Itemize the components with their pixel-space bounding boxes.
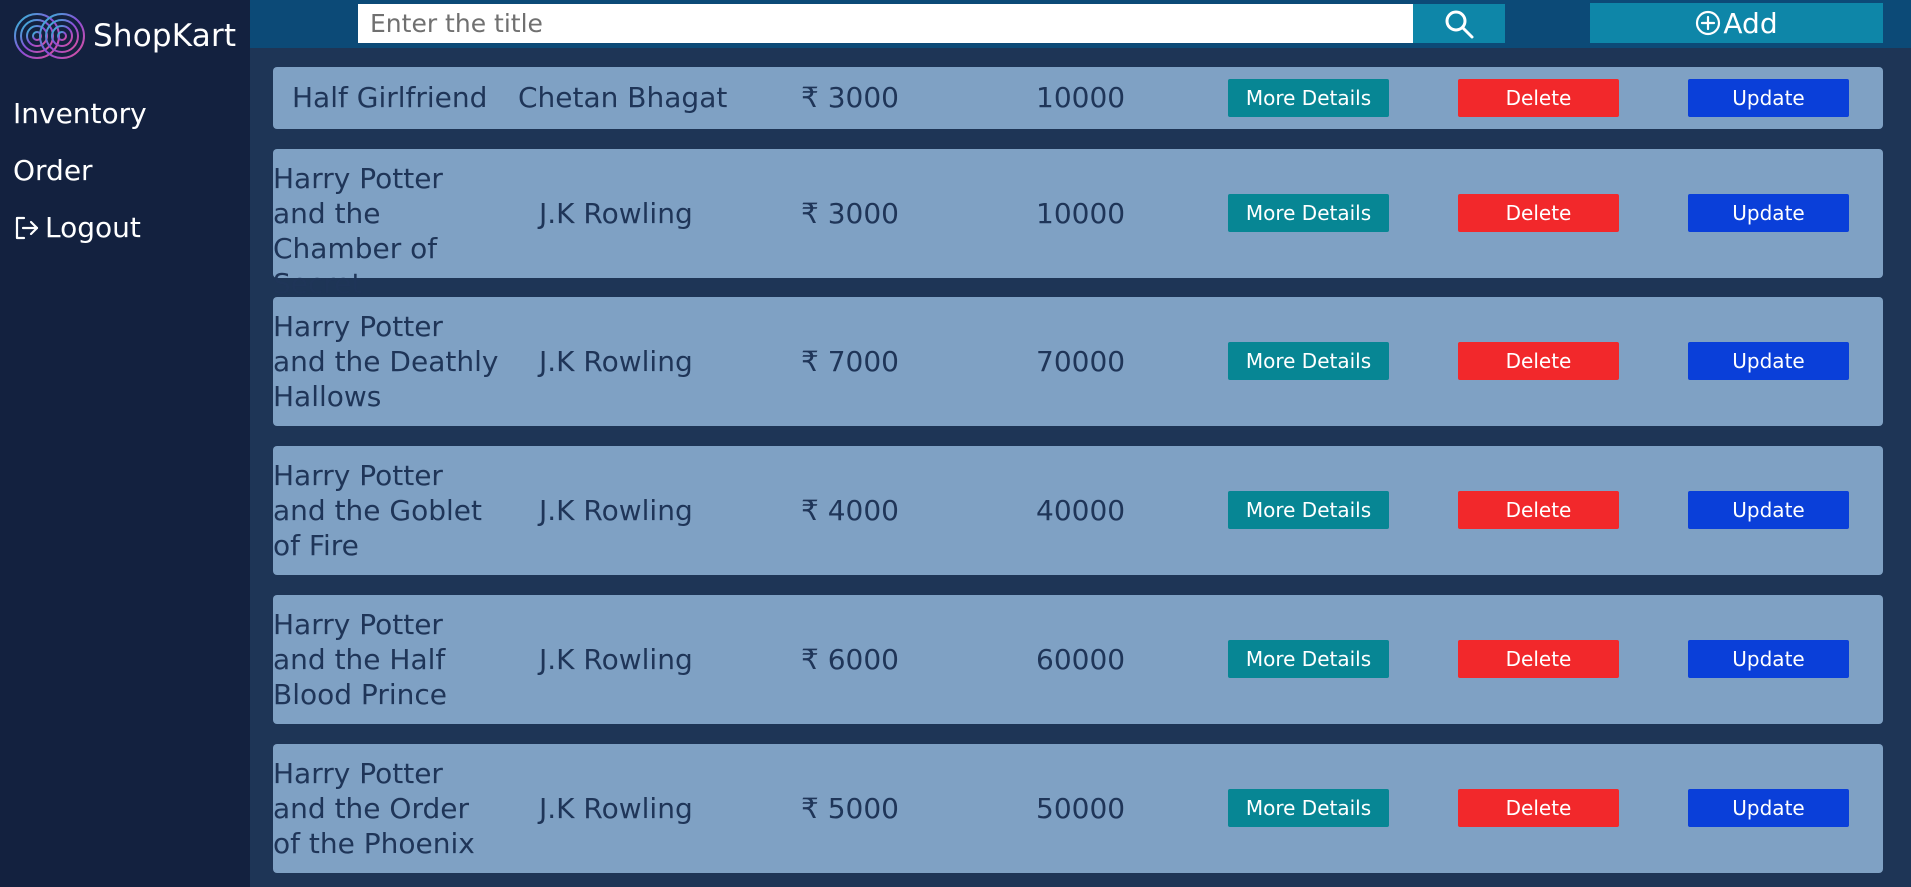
book-quantity: 70000: [1036, 345, 1126, 378]
add-label: Add: [1723, 6, 1778, 40]
book-title: Harry Potter and the Order of the Phoeni…: [273, 757, 475, 860]
plus-circle-icon: [1696, 10, 1721, 36]
book-quantity: 40000: [1036, 494, 1126, 527]
logout-icon: [15, 216, 39, 239]
book-price: ₹ 7000: [801, 345, 899, 378]
update-button[interactable]: Update: [1688, 194, 1849, 232]
book-price: ₹ 3000: [801, 81, 899, 114]
book-author: Chetan Bhagat: [518, 81, 728, 114]
sidebar-nav: Inventory Order Logout: [13, 85, 147, 256]
update-button[interactable]: Update: [1688, 79, 1849, 117]
delete-button[interactable]: Delete: [1458, 342, 1619, 380]
book-quantity: 50000: [1036, 792, 1126, 825]
book-quantity: 60000: [1036, 643, 1126, 676]
delete-button[interactable]: Delete: [1458, 194, 1619, 232]
book-price: ₹ 4000: [801, 494, 899, 527]
table-row: Harry Potter and the Goblet of Fire J.K …: [273, 446, 1883, 575]
more-details-button[interactable]: More Details: [1228, 640, 1389, 678]
book-quantity: 10000: [1036, 197, 1126, 230]
table-row: Harry Potter and the Order of the Phoeni…: [273, 744, 1883, 873]
book-title: Harry Potter and the Chamber of Secret: [273, 162, 443, 300]
book-author: J.K Rowling: [539, 494, 693, 527]
table-row: Harry Potter and the Chamber of Secret J…: [273, 149, 1883, 300]
sidebar-item-inventory[interactable]: Inventory: [13, 85, 147, 142]
sidebar: ShopKart Inventory Order Logout: [0, 0, 250, 887]
search-input[interactable]: [358, 4, 1413, 43]
update-button[interactable]: Update: [1688, 789, 1849, 827]
book-title: Harry Potter and the Deathly Hallows: [273, 310, 499, 413]
more-details-button[interactable]: More Details: [1228, 79, 1389, 117]
more-details-button[interactable]: More Details: [1228, 491, 1389, 529]
update-button[interactable]: Update: [1688, 640, 1849, 678]
search-icon: [1445, 10, 1474, 38]
book-author: J.K Rowling: [539, 197, 693, 230]
update-button[interactable]: Update: [1688, 342, 1849, 380]
logout-label: Logout: [45, 211, 141, 244]
book-title: Harry Potter and the Goblet of Fire: [273, 459, 483, 562]
delete-button[interactable]: Delete: [1458, 79, 1619, 117]
add-button[interactable]: Add: [1590, 3, 1883, 43]
book-price: ₹ 5000: [801, 792, 899, 825]
search-button[interactable]: [1413, 4, 1505, 43]
sidebar-item-logout[interactable]: Logout: [13, 199, 147, 256]
table-row: Harry Potter and the Deathly Hallows J.K…: [273, 297, 1883, 426]
brand[interactable]: ShopKart: [13, 10, 236, 62]
topbar: Add: [250, 0, 1911, 48]
more-details-button[interactable]: More Details: [1228, 789, 1389, 827]
brand-name: ShopKart: [93, 18, 237, 54]
book-author: J.K Rowling: [539, 792, 693, 825]
book-quantity: 10000: [1036, 81, 1126, 114]
update-button[interactable]: Update: [1688, 491, 1849, 529]
delete-button[interactable]: Delete: [1458, 491, 1619, 529]
sidebar-item-order[interactable]: Order: [13, 142, 147, 199]
book-price: ₹ 6000: [801, 643, 899, 676]
shopkart-logo-icon: [14, 13, 85, 59]
table-row: Harry Potter and the Half Blood Prince J…: [273, 595, 1883, 724]
book-author: J.K Rowling: [539, 345, 693, 378]
more-details-button[interactable]: More Details: [1228, 342, 1389, 380]
delete-button[interactable]: Delete: [1458, 789, 1619, 827]
book-title: Harry Potter and the Half Blood Prince: [273, 608, 447, 711]
table-row: Half Girlfriend Chetan Bhagat ₹ 3000 100…: [273, 67, 1883, 129]
more-details-button[interactable]: More Details: [1228, 194, 1389, 232]
book-title: Half Girlfriend: [292, 81, 488, 114]
delete-button[interactable]: Delete: [1458, 640, 1619, 678]
book-author: J.K Rowling: [539, 643, 693, 676]
book-price: ₹ 3000: [801, 197, 899, 230]
